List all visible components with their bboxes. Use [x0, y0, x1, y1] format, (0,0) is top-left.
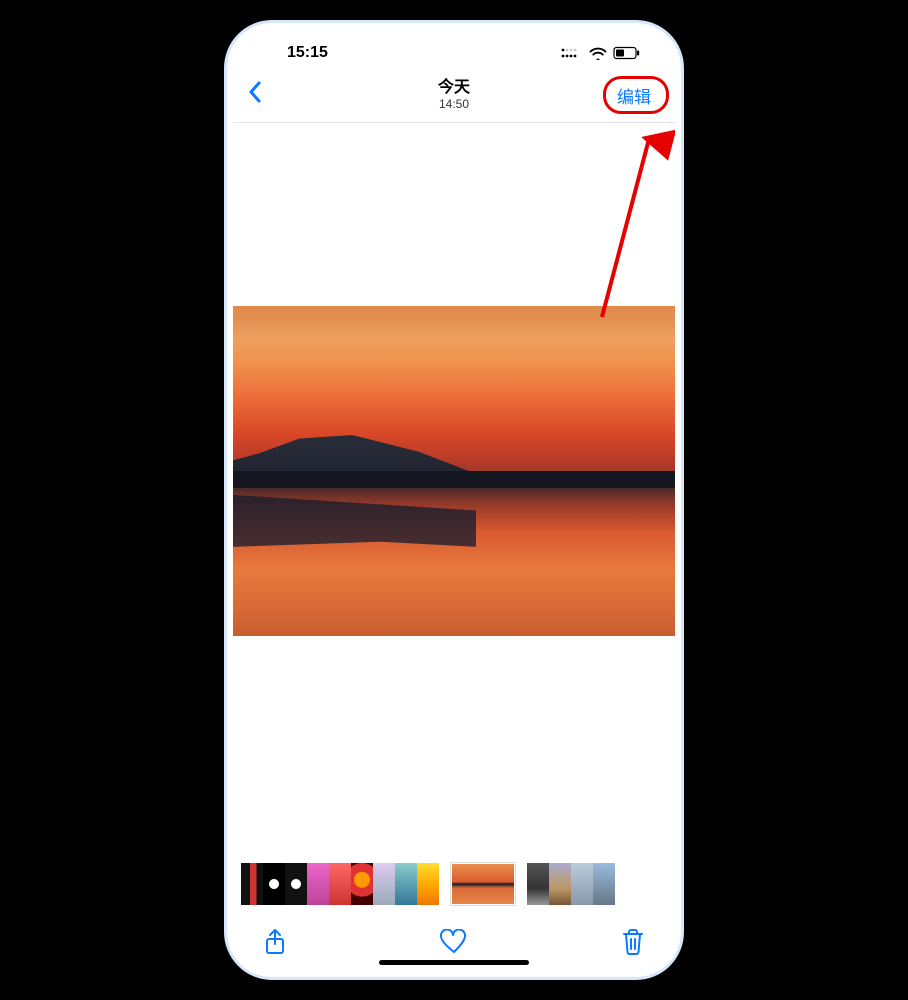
thumbnail[interactable]: [549, 863, 571, 905]
nav-title-group: 今天 14:50: [438, 79, 470, 111]
dual-sim-signal-icon: [561, 46, 583, 60]
favorite-button[interactable]: [439, 929, 469, 955]
share-button[interactable]: [263, 928, 287, 956]
back-button[interactable]: [247, 80, 287, 111]
screen: 15:15: [233, 29, 675, 971]
thumbnail[interactable]: [417, 863, 439, 905]
nav-bar: 今天 14:50 编辑: [233, 69, 675, 123]
main-photo: [233, 306, 675, 636]
thumbnail[interactable]: [373, 863, 395, 905]
status-bar: 15:15: [233, 29, 675, 69]
thumbnail-strip[interactable]: [233, 859, 675, 909]
thumbnail-current[interactable]: [451, 863, 515, 905]
photo-viewer[interactable]: [233, 123, 675, 859]
thumbnail[interactable]: [285, 863, 307, 905]
delete-button[interactable]: [621, 928, 645, 956]
thumbnail[interactable]: [527, 863, 549, 905]
edit-button[interactable]: 编辑: [607, 79, 661, 112]
thumbnail[interactable]: [241, 863, 263, 905]
thumbnail[interactable]: [307, 863, 329, 905]
thumbnail[interactable]: [329, 863, 351, 905]
battery-icon: [613, 46, 641, 60]
thumbnail[interactable]: [395, 863, 417, 905]
status-time: 15:15: [257, 44, 328, 62]
home-indicator[interactable]: [379, 960, 529, 965]
status-icons: [561, 46, 651, 60]
thumbnail[interactable]: [263, 863, 285, 905]
annotation-arrow: [557, 117, 675, 337]
nav-subtitle: 14:50: [438, 98, 470, 112]
nav-title: 今天: [438, 79, 470, 97]
wifi-icon: [589, 46, 607, 60]
thumbnail[interactable]: [593, 863, 615, 905]
phone-frame: 15:15: [224, 20, 684, 980]
thumbnail[interactable]: [571, 863, 593, 905]
thumbnail[interactable]: [351, 863, 373, 905]
